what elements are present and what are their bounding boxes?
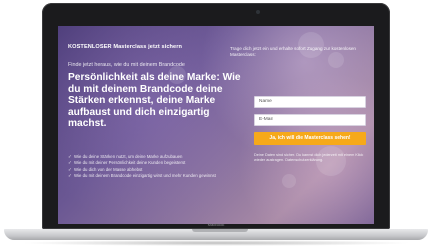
benefit-list: ✓ Wie du deine Stärken nutzt, um deine M…: [68, 154, 244, 179]
signup-intro: Trage dich jetzt ein und erhalte sofort …: [230, 46, 356, 57]
privacy-note: Deine Daten sind sicher. Du kannst dich …: [254, 152, 364, 162]
laptop-shadow: [20, 240, 412, 246]
top-title: KOSTENLOSER Masterclass jetzt sichern: [68, 44, 183, 50]
list-item: ✓ Wie du mit deiner Persönlichkeit deine…: [68, 160, 244, 165]
list-item-label: Wie du mit deinem Brandcode einzigartig …: [74, 173, 216, 179]
camera-icon: [256, 10, 260, 14]
bokeh-light: [282, 174, 296, 188]
list-item-label: Wie du dich von der Masse abhebst: [74, 166, 143, 172]
brand-label: MacBook: [207, 222, 225, 227]
laptop-mockup: KOSTENLOSER Masterclass jetzt sichern Fi…: [0, 0, 432, 251]
hero-left: KOSTENLOSER Masterclass jetzt sichern Fi…: [68, 44, 244, 180]
signup-panel: Trage dich jetzt ein und erhalte sofort …: [230, 46, 366, 163]
list-item-label: Wie du deine Stärken nutzt, um deine Mar…: [74, 153, 183, 159]
opening-notch: [192, 229, 248, 232]
list-item: ✓ Wie du deine Stärken nutzt, um deine M…: [68, 154, 244, 159]
list-item: ✓ Wie du dich von der Masse abhebst: [68, 167, 244, 172]
headline: Persönlichkeit als deine Marke: Wie du m…: [68, 72, 241, 130]
list-item: ✓ Wie du mit deinem Brandcode einzigarti…: [68, 173, 244, 178]
signup-button[interactable]: Ja, ich will die Masterclass sehen!: [254, 131, 366, 145]
intro-text: Finde jetzt heraus, wie du mit deinem Br…: [68, 62, 185, 68]
name-field[interactable]: [254, 95, 366, 108]
email-field[interactable]: [254, 113, 366, 126]
landing-page: KOSTENLOSER Masterclass jetzt sichern Fi…: [58, 26, 374, 224]
laptop-base: [4, 229, 428, 240]
list-item-label: Wie du mit deiner Persönlichkeit deine K…: [74, 160, 186, 166]
